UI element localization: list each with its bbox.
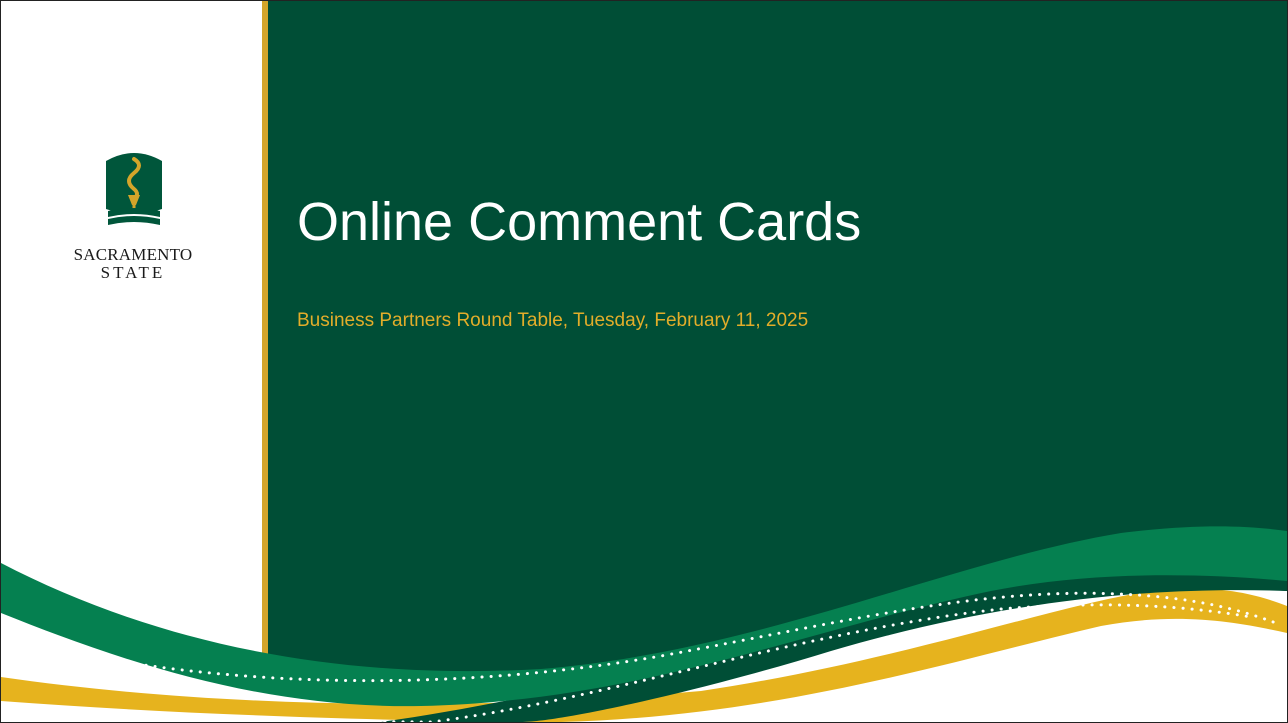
decorative-waves	[1, 526, 1287, 722]
title-slide: SACRAMENTO STATE Online Comment Cards Bu…	[0, 0, 1288, 723]
